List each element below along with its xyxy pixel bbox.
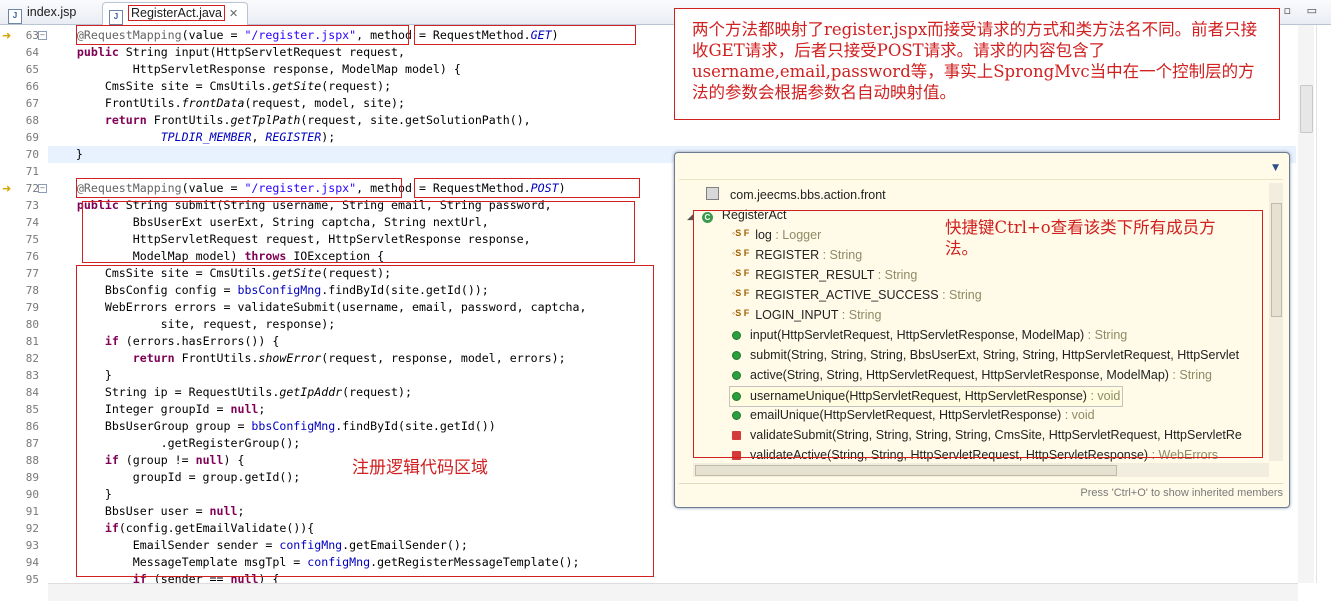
annotation-box-register-logic	[76, 265, 654, 577]
line-number: 88	[25, 454, 39, 467]
line-number: 85	[25, 403, 39, 416]
annotation-box-get-method	[414, 25, 636, 45]
package-name: com.jeecms.bbs.action.front	[730, 188, 886, 202]
scroll-thumb[interactable]	[1271, 203, 1282, 317]
line-number: 86	[25, 420, 39, 433]
scroll-thumb[interactable]	[1300, 85, 1313, 133]
line-number: 90	[25, 488, 39, 501]
line-number: 94	[25, 556, 39, 569]
package-icon	[706, 187, 719, 200]
line-number: 63	[25, 29, 39, 42]
line-number: 91	[25, 505, 39, 518]
line-number: 64	[25, 46, 39, 59]
jsp-file-icon: J	[8, 9, 22, 24]
line-number: 92	[25, 522, 39, 535]
popup-footer: Press 'Ctrl+O' to show inherited members	[679, 483, 1283, 502]
tab-index-jsp[interactable]: Jindex.jsp	[4, 2, 100, 24]
line-number: 78	[25, 284, 39, 297]
line-number: 77	[25, 267, 39, 280]
line-number: 65	[25, 63, 39, 76]
quick-outline-popup[interactable]: ▼ com.jeecms.bbs.action.front ◢ C RegisterA…	[674, 152, 1290, 508]
line-number: 68	[25, 114, 39, 127]
annotation-box-submit-params	[82, 201, 635, 263]
code-line[interactable]: HttpServletResponse response, ModelMap m…	[49, 61, 461, 78]
fold-toggle-icon[interactable]: −	[38, 184, 47, 193]
window-controls[interactable]: ▫ ▭	[1284, 4, 1323, 17]
outline-package[interactable]: com.jeecms.bbs.action.front	[706, 186, 886, 205]
code-line[interactable]: public String input(HttpServletRequest r…	[49, 44, 405, 61]
line-number: 84	[25, 386, 39, 399]
tab-registeract-java[interactable]: J RegisterAct.java ✕	[102, 2, 248, 25]
line-number: 74	[25, 216, 39, 229]
line-number: 83	[25, 369, 39, 382]
line-number: 72	[25, 182, 39, 195]
code-line[interactable]: TPLDIR_MEMBER, REGISTER);	[49, 129, 336, 146]
annotation-box-post-method	[414, 178, 640, 198]
line-number: 67	[25, 97, 39, 110]
vertical-scrollbar[interactable]	[1298, 25, 1314, 583]
line-number: 93	[25, 539, 39, 552]
code-line[interactable]: CmsSite site = CmsUtils.getSite(request)…	[49, 78, 391, 95]
overview-ruler	[1316, 25, 1331, 583]
line-number: 80	[25, 318, 39, 331]
scroll-thumb[interactable]	[695, 465, 1117, 476]
line-number: 75	[25, 233, 39, 246]
line-number: 79	[25, 301, 39, 314]
line-number: 81	[25, 335, 39, 348]
line-number: 71	[25, 165, 39, 178]
override-arrow-icon: ➜	[2, 29, 12, 42]
annotation-box-post-mapping-value	[76, 178, 402, 198]
popup-filter-bar[interactable]	[679, 157, 1283, 180]
line-number: 66	[25, 80, 39, 93]
horizontal-scrollbar[interactable]	[48, 583, 1298, 601]
outline-vertical-scrollbar[interactable]	[1269, 183, 1283, 461]
line-number: 82	[25, 352, 39, 365]
fold-toggle-icon[interactable]: −	[38, 31, 47, 40]
code-line[interactable]: return FrontUtils.getTplPath(request, si…	[49, 112, 531, 129]
java-file-icon: J	[109, 10, 123, 25]
code-line[interactable]: FrontUtils.frontData(request, model, sit…	[49, 95, 405, 112]
annotation-box-get-mapping-value	[76, 25, 409, 45]
close-icon[interactable]: ✕	[229, 8, 238, 20]
view-menu-icon[interactable]: ▼	[1272, 163, 1279, 173]
line-number: 76	[25, 250, 39, 263]
shortcut-note: 快捷键Ctrl+o查看该类下所有成员方法。	[945, 218, 1216, 258]
line-number: 70	[25, 148, 39, 161]
tab-label: index.jsp	[27, 5, 77, 19]
line-number: 69	[25, 131, 39, 144]
mapping-explanation-note: 两个方法都映射了register.jspx而接受请求的方式和类方法名不同。前者只…	[674, 8, 1280, 120]
register-logic-note: 注册逻辑代码区域	[352, 458, 488, 478]
line-number: 87	[25, 437, 39, 450]
line-number: 89	[25, 471, 39, 484]
line-number: 95	[25, 573, 39, 586]
line-number: 73	[25, 199, 39, 212]
line-number-gutter: 63 ➜ − 64 65 66 67 68 69 70 71 72 ➜ − 73 74 75 76 77 78 79 80…	[0, 25, 48, 586]
override-arrow-icon: ➜	[2, 182, 12, 195]
outline-horizontal-scrollbar[interactable]	[693, 463, 1269, 477]
tab-label: RegisterAct.java	[128, 5, 226, 21]
